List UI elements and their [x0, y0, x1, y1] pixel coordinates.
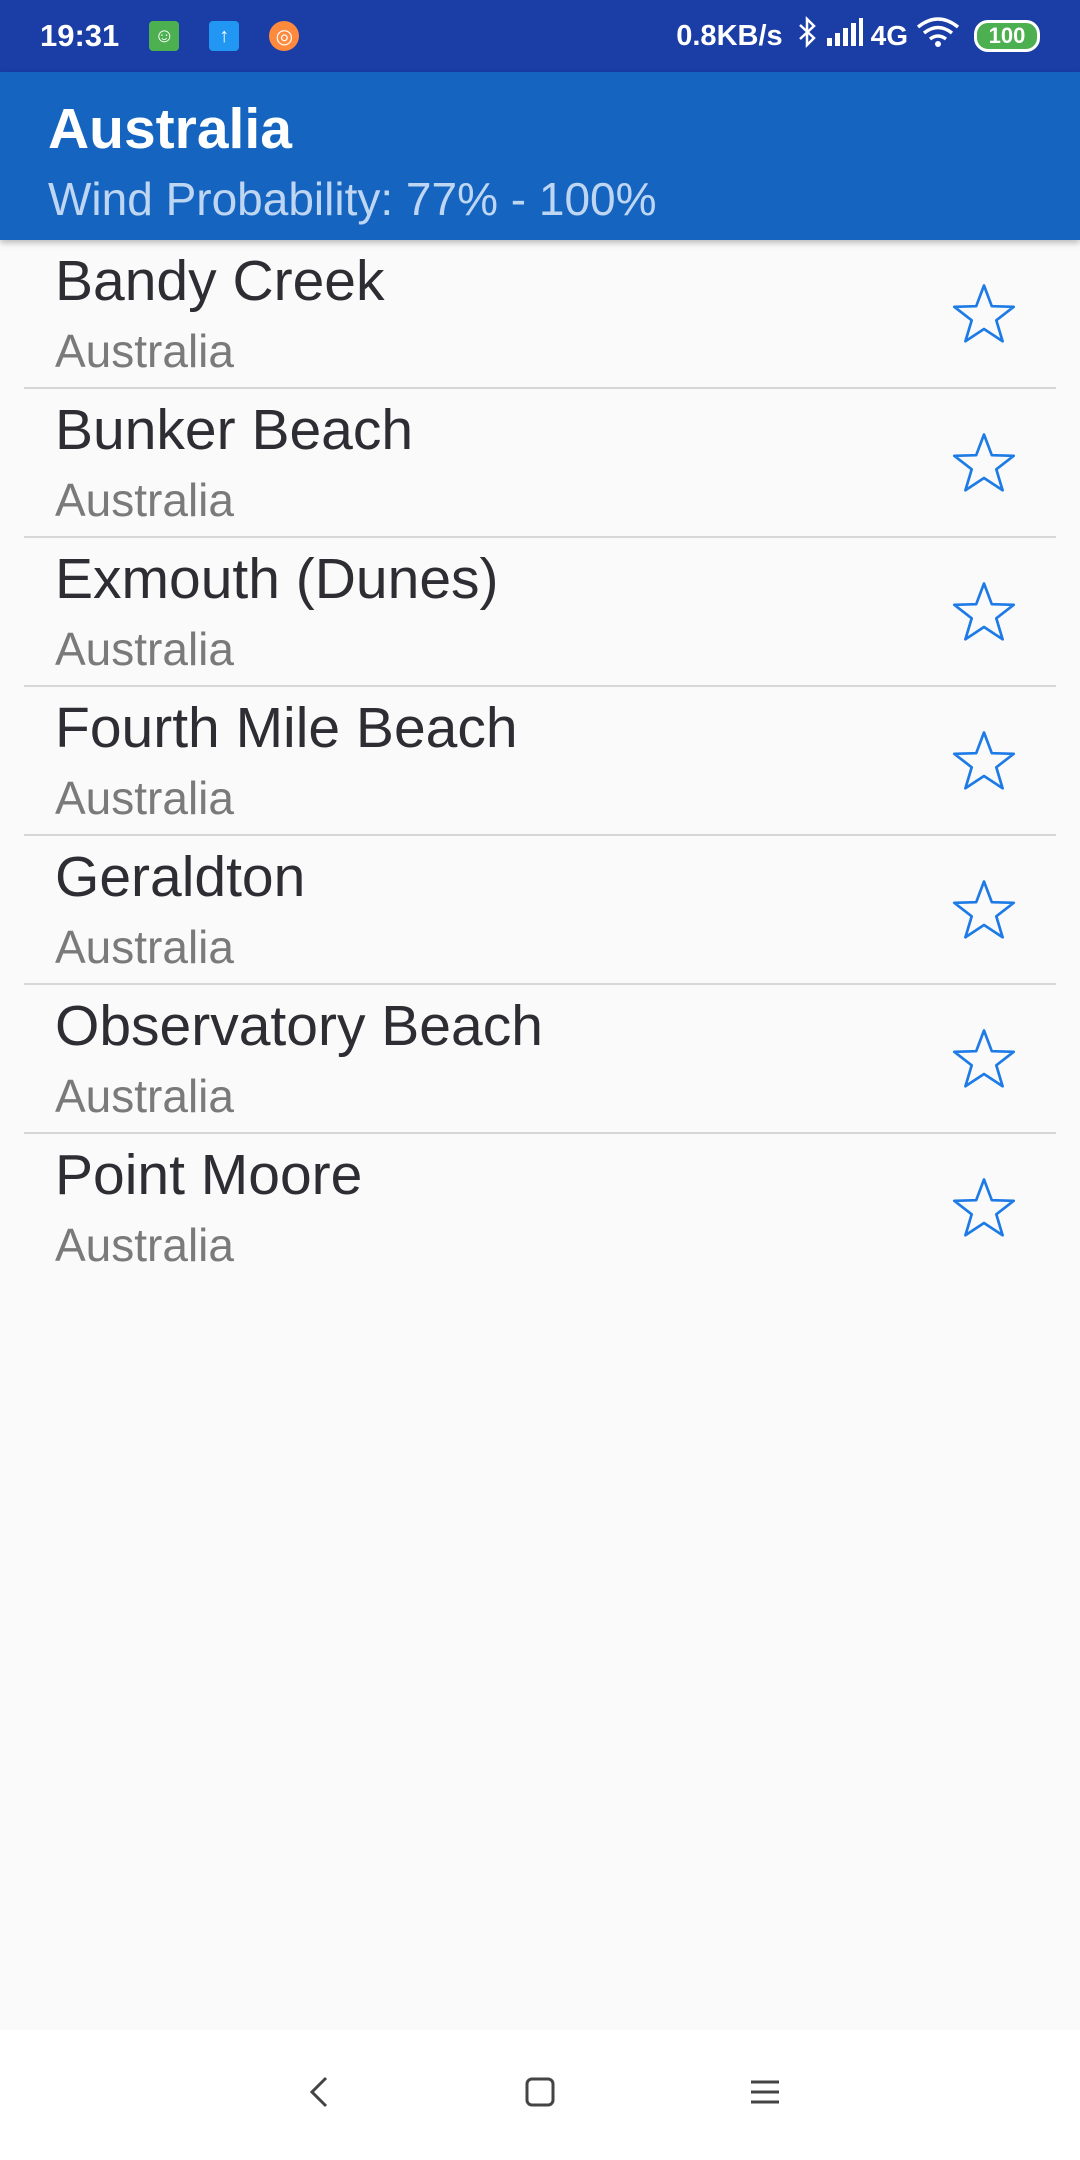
list-item[interactable]: Point Moore Australia — [24, 1134, 1056, 1283]
home-icon[interactable] — [510, 2062, 570, 2122]
app-bar: Australia Wind Probability: 77% - 100% — [0, 72, 1080, 240]
spot-name: Fourth Mile Beach — [55, 696, 518, 760]
android-notification-icon: ☺ — [149, 21, 180, 51]
spot-country: Australia — [55, 1070, 234, 1122]
battery-icon: 100 — [974, 20, 1040, 52]
favorite-star-icon[interactable] — [948, 1023, 1020, 1095]
bluetooth-icon — [797, 15, 819, 56]
net-speed: 0.8KB/s — [676, 19, 783, 52]
spot-country: Australia — [55, 1219, 234, 1271]
status-left: 19:31 ☺ ↑ ◎ — [40, 18, 329, 54]
network-type: 4G — [870, 20, 908, 51]
spot-name: Bunker Beach — [55, 398, 414, 462]
spot-name: Point Moore — [55, 1143, 363, 1207]
list-item[interactable]: Exmouth (Dunes) Australia — [24, 538, 1056, 687]
list-item[interactable]: Observatory Beach Australia — [24, 985, 1056, 1134]
spot-list: Bandy Creek Australia Bunker Beach Austr… — [0, 240, 1080, 1283]
signal-icon — [826, 18, 863, 54]
status-time: 19:31 — [40, 18, 120, 53]
status-bar: 19:31 ☺ ↑ ◎ 0.8KB/s 4G 100 — [0, 0, 1080, 72]
spot-country: Australia — [55, 623, 234, 675]
spot-name: Bandy Creek — [55, 249, 385, 313]
list-item[interactable]: Bandy Creek Australia — [24, 240, 1056, 389]
status-right: 0.8KB/s 4G 100 — [676, 15, 1040, 56]
page-title: Australia — [48, 97, 292, 161]
favorite-star-icon[interactable] — [948, 278, 1020, 350]
spot-country: Australia — [55, 921, 234, 973]
list-item[interactable]: Bunker Beach Australia — [24, 389, 1056, 538]
upload-icon: ↑ — [209, 21, 240, 51]
orange-app-icon: ◎ — [269, 21, 300, 51]
favorite-star-icon[interactable] — [948, 874, 1020, 946]
spot-name: Geraldton — [55, 845, 306, 909]
spot-country: Australia — [55, 325, 234, 377]
favorite-star-icon[interactable] — [948, 427, 1020, 499]
navigation-bar — [0, 2030, 1080, 2160]
list-item[interactable]: Fourth Mile Beach Australia — [24, 687, 1056, 836]
menu-icon[interactable] — [735, 2062, 795, 2122]
page-subtitle: Wind Probability: 77% - 100% — [48, 173, 657, 225]
spot-name: Exmouth (Dunes) — [55, 547, 499, 611]
list-item[interactable]: Geraldton Australia — [24, 836, 1056, 985]
wifi-icon — [916, 16, 960, 56]
spot-country: Australia — [55, 474, 234, 526]
favorite-star-icon[interactable] — [948, 1172, 1020, 1244]
spot-country: Australia — [55, 772, 234, 824]
favorite-star-icon[interactable] — [948, 576, 1020, 648]
back-icon[interactable] — [290, 2062, 350, 2122]
favorite-star-icon[interactable] — [948, 725, 1020, 797]
spot-name: Observatory Beach — [55, 994, 543, 1058]
